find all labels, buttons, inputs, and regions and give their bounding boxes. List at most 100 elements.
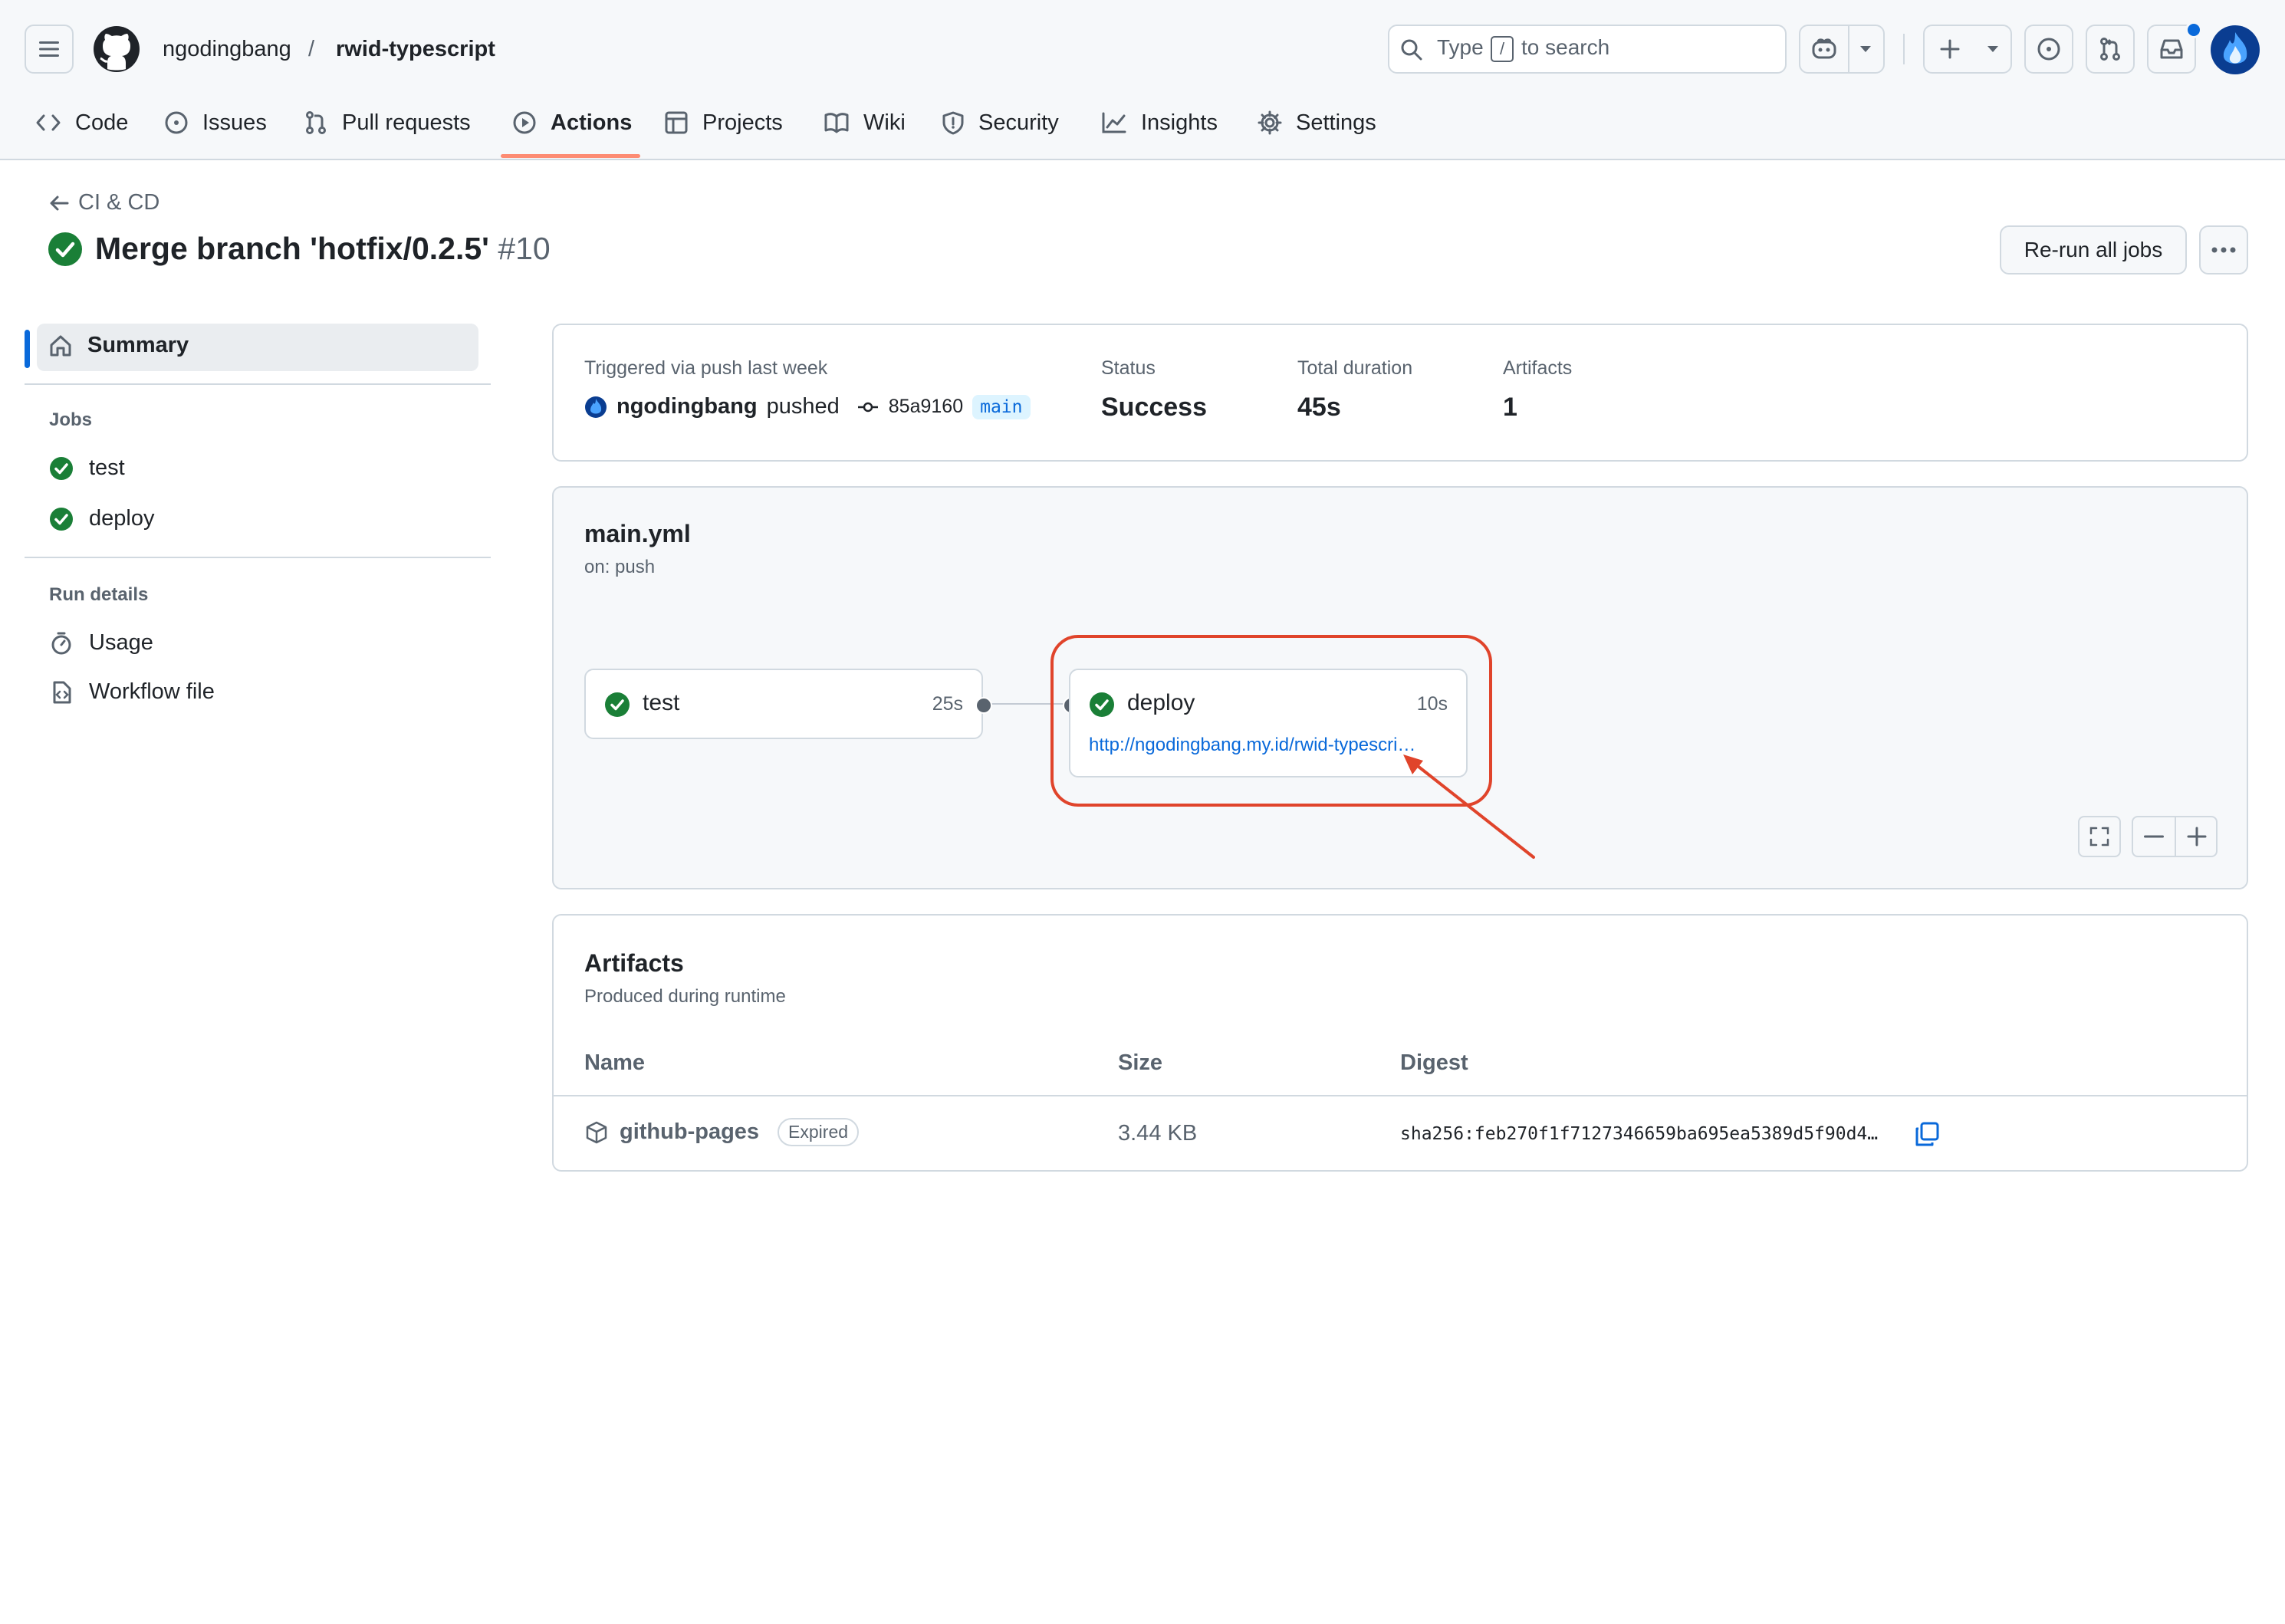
tab-projects[interactable]: Projects [664,106,783,140]
check-circle-icon [604,692,630,718]
push-action: pushed [766,394,840,419]
tab-settings[interactable]: Settings [1258,106,1376,140]
zoom-out-button[interactable] [2133,817,2175,856]
status-value: Success [1101,393,1207,422]
sidebar-job-deploy[interactable]: deploy [49,506,154,531]
job-node-test[interactable]: test 25s [584,669,983,739]
search-placeholder-suffix: to search [1521,35,1610,59]
tab-label: Actions [551,110,633,135]
book-icon [824,112,850,133]
search-placeholder-text: Type [1437,35,1484,59]
hamburger-icon [38,40,61,58]
connector-dot [975,697,992,714]
sidebar-item-label: Summary [87,333,189,357]
sidebar-item-usage[interactable]: Usage [49,630,153,656]
shield-icon [942,110,965,135]
sidebar-divider [25,383,491,385]
trigger-label: Triggered via push last week [584,357,828,379]
trigger-details: ngodingbang pushed 85a9160 main [584,394,1031,419]
plus-icon [1940,39,1960,59]
actor-name[interactable]: ngodingbang [616,394,758,419]
tab-pull-requests[interactable]: Pull requests [304,106,471,140]
copilot-icon [1811,38,1837,61]
repo-name-link[interactable]: rwid-typescript [336,34,495,64]
run-summary-card [552,324,2248,462]
zoom-controls [2132,816,2218,857]
table-icon [664,110,689,135]
pull-request-icon [304,110,328,135]
more-options-button[interactable] [2199,225,2248,275]
user-avatar[interactable] [2210,25,2260,75]
tab-label: Settings [1296,110,1376,135]
tab-security[interactable]: Security [942,106,1059,140]
fullscreen-button[interactable] [2078,816,2121,857]
issues-button[interactable] [2024,25,2073,74]
tab-wiki[interactable]: Wiki [824,106,906,140]
tab-label: Projects [702,110,783,135]
breadcrumb-separator: / [308,37,315,61]
tab-label: Security [978,110,1059,135]
tab-actions[interactable]: Actions [512,106,632,140]
artifacts-subtitle: Produced during runtime [584,986,786,1007]
status-label: Status [1101,357,1156,379]
package-icon [584,1120,609,1145]
play-icon [512,110,537,135]
create-new-button[interactable] [1923,25,2012,74]
repo-owner-link[interactable]: ngodingbang [163,34,291,64]
job-name: test [643,690,680,715]
sidebar-item-label: Workflow file [89,679,215,704]
graph-icon [1101,111,1127,134]
sidebar-job-test[interactable]: test [49,455,125,481]
artifacts-count-label: Artifacts [1503,357,1573,379]
table-header-divider [554,1095,2247,1096]
actor-avatar[interactable] [584,396,607,419]
check-circle-icon [49,507,74,531]
arrow-left-icon [49,195,69,212]
screen-full-icon [2089,826,2110,847]
sidebar-active-marker [25,330,30,368]
run-title: Merge branch 'hotfix/0.2.5' [95,231,489,266]
search-input[interactable]: Type / to search [1388,25,1787,74]
kebab-horizontal-icon [2211,247,2236,253]
header-divider [1903,34,1905,64]
artifact-name: github-pages [620,1119,760,1144]
duration-value: 45s [1297,393,1341,422]
issue-icon [2037,37,2061,61]
home-icon [49,334,72,357]
sidebar-item-label: deploy [89,506,155,531]
git-commit-icon [856,401,879,413]
search-shortcut-key: / [1491,36,1514,62]
inbox-icon [2159,38,2184,61]
chevron-down-icon[interactable] [1859,44,1872,54]
tab-label: Pull requests [342,110,471,135]
rerun-all-jobs-button[interactable]: Re-run all jobs [2000,225,2187,275]
artifact-size: 3.44 KB [1118,1121,1198,1146]
copy-icon[interactable] [1914,1121,1940,1147]
artifacts-title: Artifacts [584,949,684,977]
pull-requests-button[interactable] [2086,25,2135,74]
github-logo-icon[interactable] [92,25,141,74]
tab-insights[interactable]: Insights [1101,106,1218,140]
jobs-heading: Jobs [49,409,93,430]
notification-dot [2185,21,2202,38]
sidebar-item-label: test [89,455,125,480]
table-row: github-pages Expired [584,1118,860,1146]
branch-badge[interactable]: main [972,394,1031,419]
back-link-label: CI & CD [78,190,160,215]
column-header-size: Size [1118,1050,1163,1075]
back-link[interactable]: CI & CD [49,190,159,215]
chevron-down-icon [1986,44,2000,54]
menu-button[interactable] [25,25,74,74]
sidebar-item-summary-content: Summary [49,333,189,358]
search-icon [1400,38,1423,61]
sidebar-item-label: Usage [89,630,153,655]
tab-label: Issues [202,110,267,135]
copilot-button[interactable] [1799,25,1885,74]
commit-sha-link[interactable]: 85a9160 [889,396,963,418]
zoom-in-button[interactable] [2176,817,2218,856]
split-divider [1848,26,1849,72]
tab-code[interactable]: Code [35,106,128,140]
tab-issues[interactable]: Issues [164,106,267,140]
sidebar-item-workflow-file[interactable]: Workflow file [49,679,215,705]
workflow-file-name[interactable]: main.yml [584,520,691,548]
